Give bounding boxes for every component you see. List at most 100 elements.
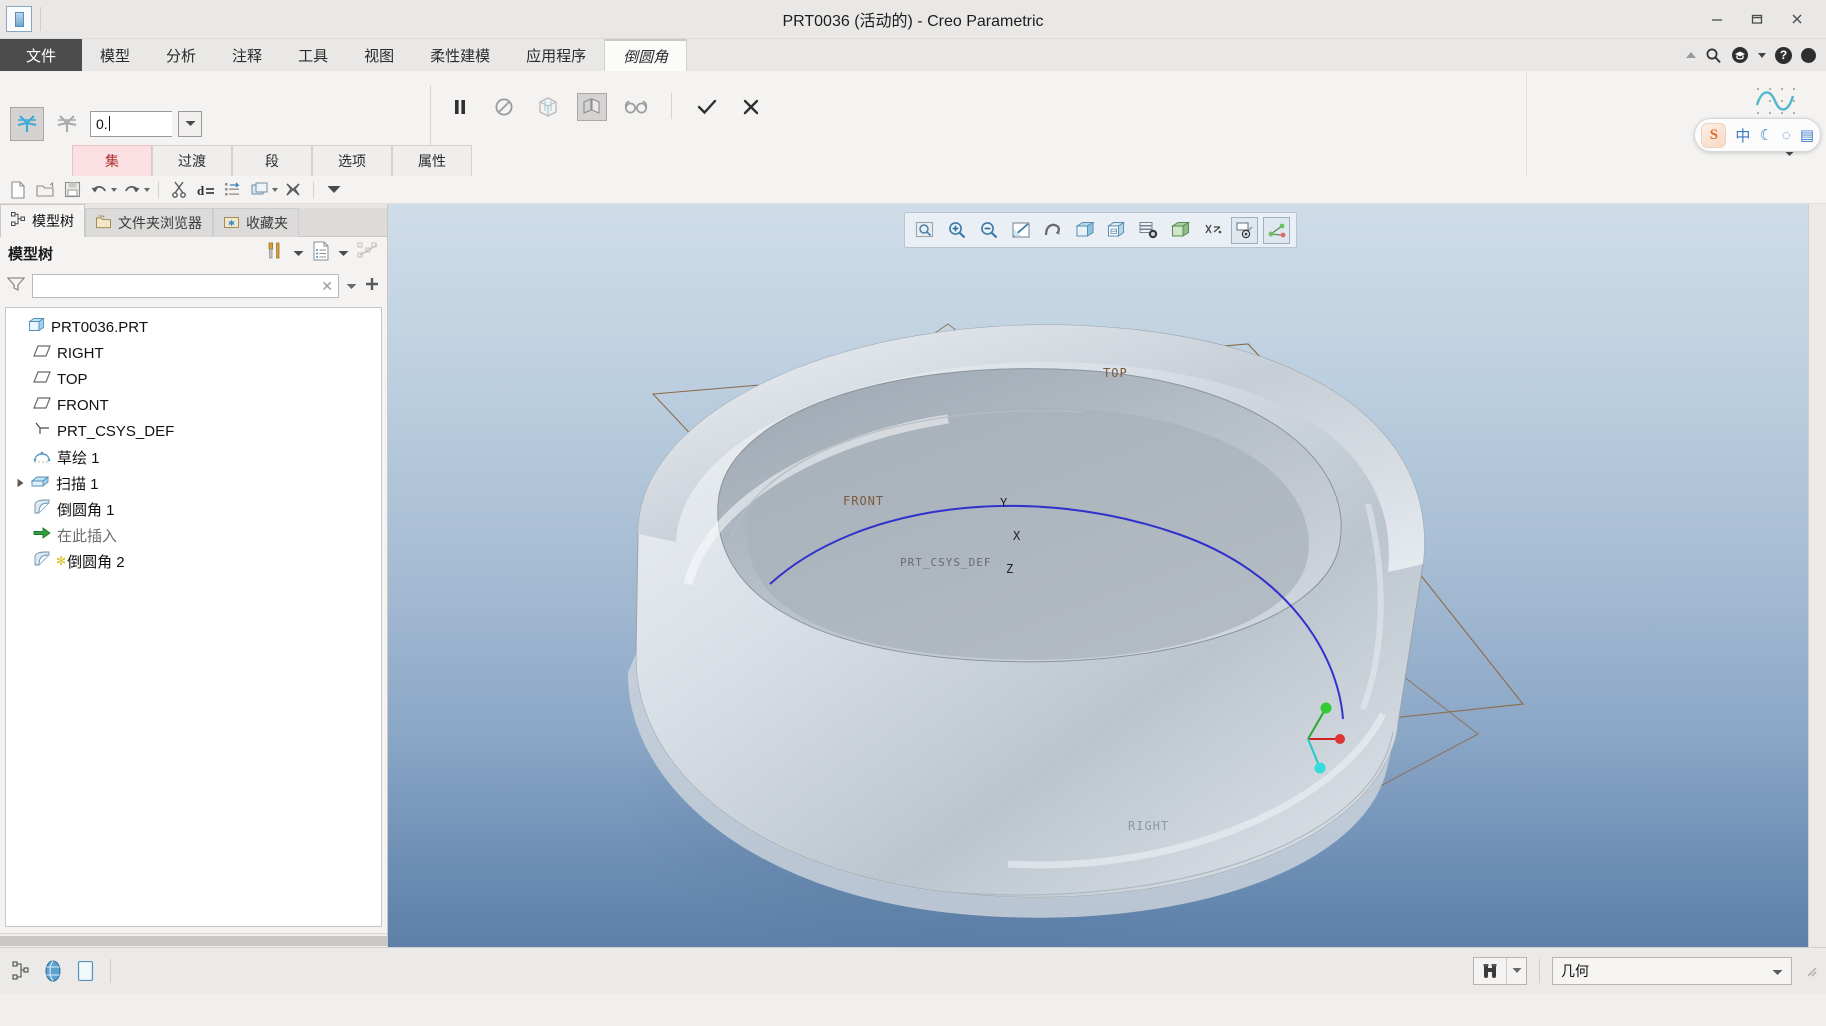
- radius-dropdown-button[interactable]: [178, 110, 202, 137]
- redo-dropdown-icon[interactable]: [144, 187, 150, 192]
- ribbon-tab-view[interactable]: 视图: [346, 39, 412, 71]
- round-transition-mode-button[interactable]: [50, 107, 84, 141]
- ribbon-tab-model[interactable]: 模型: [82, 39, 148, 71]
- funnel-icon[interactable]: [6, 276, 26, 297]
- saved-views-icon[interactable]: [1071, 217, 1098, 244]
- minimize-button[interactable]: [1698, 5, 1736, 33]
- ribbon-tab-applications[interactable]: 应用程序: [508, 39, 604, 71]
- sogou-logo-icon[interactable]: S: [1701, 122, 1727, 148]
- window-toggle-icon[interactable]: [72, 958, 98, 984]
- ime-keyboard-icon[interactable]: ▤: [1800, 126, 1814, 144]
- tree-tools-icon[interactable]: [265, 241, 285, 266]
- ribbon-tab-flexible-modeling[interactable]: 柔性建模: [412, 39, 508, 71]
- tree-item-right-plane[interactable]: RIGHT: [6, 340, 381, 366]
- annotation-display-icon[interactable]: [1263, 216, 1290, 244]
- collapse-ribbon-icon[interactable]: [1686, 52, 1696, 58]
- creo-app-icon[interactable]: [6, 6, 32, 32]
- open-icon[interactable]: [33, 179, 57, 201]
- datum-display-icon[interactable]: [1231, 216, 1258, 244]
- resize-grip-icon[interactable]: [1804, 964, 1818, 978]
- panel-tab-model-tree[interactable]: 模型树: [0, 204, 85, 237]
- model-tree-toggle-icon[interactable]: [8, 958, 34, 984]
- tree-item-round-1[interactable]: 倒圆角 1: [6, 496, 381, 522]
- cancel-button[interactable]: [736, 93, 766, 121]
- subtab-options[interactable]: 选项: [312, 145, 392, 176]
- graphics-viewport[interactable]: TOP FRONT RIGHT PRT_CSYS_DEF X Y Z: [388, 204, 1808, 947]
- tree-display-dropdown-icon[interactable]: [338, 244, 349, 262]
- tree-item-front-plane[interactable]: FRONT: [6, 392, 381, 418]
- subtab-sets[interactable]: 集: [72, 145, 152, 176]
- tree-expander-icon[interactable]: [12, 475, 28, 491]
- window-icon[interactable]: [248, 179, 272, 201]
- redo-icon[interactable]: [120, 179, 144, 201]
- tree-item-round-2[interactable]: ✻ 倒圆角 2: [6, 548, 381, 574]
- tree-tools-dropdown-icon[interactable]: [293, 244, 304, 262]
- tree-search-input[interactable]: ✕: [32, 274, 339, 298]
- tree-search-dropdown-icon[interactable]: [346, 277, 357, 295]
- clear-search-icon[interactable]: ✕: [321, 278, 333, 295]
- ime-toolbar[interactable]: S 中 ☾ ◌ ▤: [1694, 118, 1821, 152]
- tree-horizontal-scrollbar[interactable]: [0, 933, 790, 947]
- display-style-icon[interactable]: [1103, 217, 1130, 244]
- web-browser-toggle-icon[interactable]: [40, 958, 66, 984]
- close-button[interactable]: [1778, 5, 1816, 33]
- ribbon-tab-annotate[interactable]: 注释: [214, 39, 280, 71]
- tree-filter-off-icon[interactable]: [357, 241, 379, 266]
- tree-item-sketch[interactable]: 草绘 1: [6, 444, 381, 470]
- refit-icon[interactable]: [1007, 217, 1034, 244]
- tree-item-part[interactable]: PRT0036.PRT: [6, 314, 381, 340]
- panel-tab-folder-browser[interactable]: 文件夹浏览器: [85, 208, 213, 237]
- ime-language-mode[interactable]: 中: [1735, 125, 1750, 146]
- no-preview-button[interactable]: [489, 93, 519, 121]
- tree-item-coordinate-system[interactable]: PRT_CSYS_DEF: [6, 418, 381, 444]
- search-icon[interactable]: [1705, 47, 1722, 64]
- accept-button[interactable]: [692, 93, 722, 121]
- subtab-pieces[interactable]: 段: [232, 145, 312, 176]
- shaded-preview-button[interactable]: [577, 93, 607, 121]
- cut-icon[interactable]: [167, 179, 191, 201]
- ribbon-tab-round[interactable]: 倒圆角: [604, 39, 688, 71]
- subtab-properties[interactable]: 属性: [392, 145, 472, 176]
- learning-dropdown-icon[interactable]: [1758, 52, 1766, 58]
- panel-tab-favorites[interactable]: 收藏夹: [213, 208, 299, 237]
- round-set-mode-button[interactable]: [10, 106, 44, 141]
- scene-camera-icon[interactable]: [1135, 217, 1162, 244]
- perspective-icon[interactable]: [1199, 217, 1226, 244]
- dimension-icon[interactable]: d: [194, 179, 218, 201]
- glasses-preview-button[interactable]: [621, 93, 651, 121]
- reorient-icon[interactable]: [1039, 217, 1066, 244]
- appearance-icon[interactable]: [1167, 217, 1194, 244]
- ribbon-tab-file[interactable]: 文件: [0, 39, 83, 71]
- find-dropdown-button[interactable]: [1506, 957, 1526, 984]
- add-search-criteria-icon[interactable]: [364, 276, 380, 297]
- undo-dropdown-icon[interactable]: [111, 187, 117, 192]
- subtab-transitions[interactable]: 过渡: [152, 145, 232, 176]
- binoculars-find-icon[interactable]: [1474, 958, 1506, 984]
- tree-item-top-plane[interactable]: TOP: [6, 366, 381, 392]
- tree-item-insert-here[interactable]: 在此插入: [6, 522, 381, 548]
- new-icon[interactable]: [6, 179, 30, 201]
- chevron-down-icon[interactable]: [1772, 963, 1783, 979]
- radius-input[interactable]: 0.: [90, 110, 172, 137]
- undo-icon[interactable]: [87, 179, 111, 201]
- selection-filter-dropdown[interactable]: 几何: [1552, 956, 1792, 985]
- maximize-button[interactable]: [1738, 5, 1776, 33]
- zoom-in-icon[interactable]: [943, 217, 970, 244]
- ime-punctuation-icon[interactable]: ◌: [1782, 127, 1791, 144]
- regenerate-icon[interactable]: [221, 179, 245, 201]
- help-extra-icon[interactable]: [1801, 47, 1816, 63]
- close-window-icon[interactable]: [281, 179, 305, 201]
- ribbon-tab-analysis[interactable]: 分析: [148, 39, 214, 71]
- ribbon-tab-tools[interactable]: 工具: [280, 39, 346, 71]
- customize-icon[interactable]: [322, 179, 346, 201]
- window-dropdown-icon[interactable]: [272, 187, 278, 192]
- model-tree[interactable]: PRT0036.PRT RIGHT TOP FRONT PRT_CSYS_DEF…: [5, 307, 382, 927]
- pause-button[interactable]: [445, 93, 475, 121]
- tree-display-settings-icon[interactable]: [312, 241, 330, 266]
- zoom-box-icon[interactable]: [911, 217, 938, 244]
- tree-item-sweep[interactable]: 扫描 1: [6, 470, 381, 496]
- save-icon[interactable]: [60, 179, 84, 201]
- zoom-out-icon[interactable]: [975, 217, 1002, 244]
- help-icon[interactable]: ?: [1775, 46, 1792, 64]
- wireframe-preview-button[interactable]: [533, 93, 563, 121]
